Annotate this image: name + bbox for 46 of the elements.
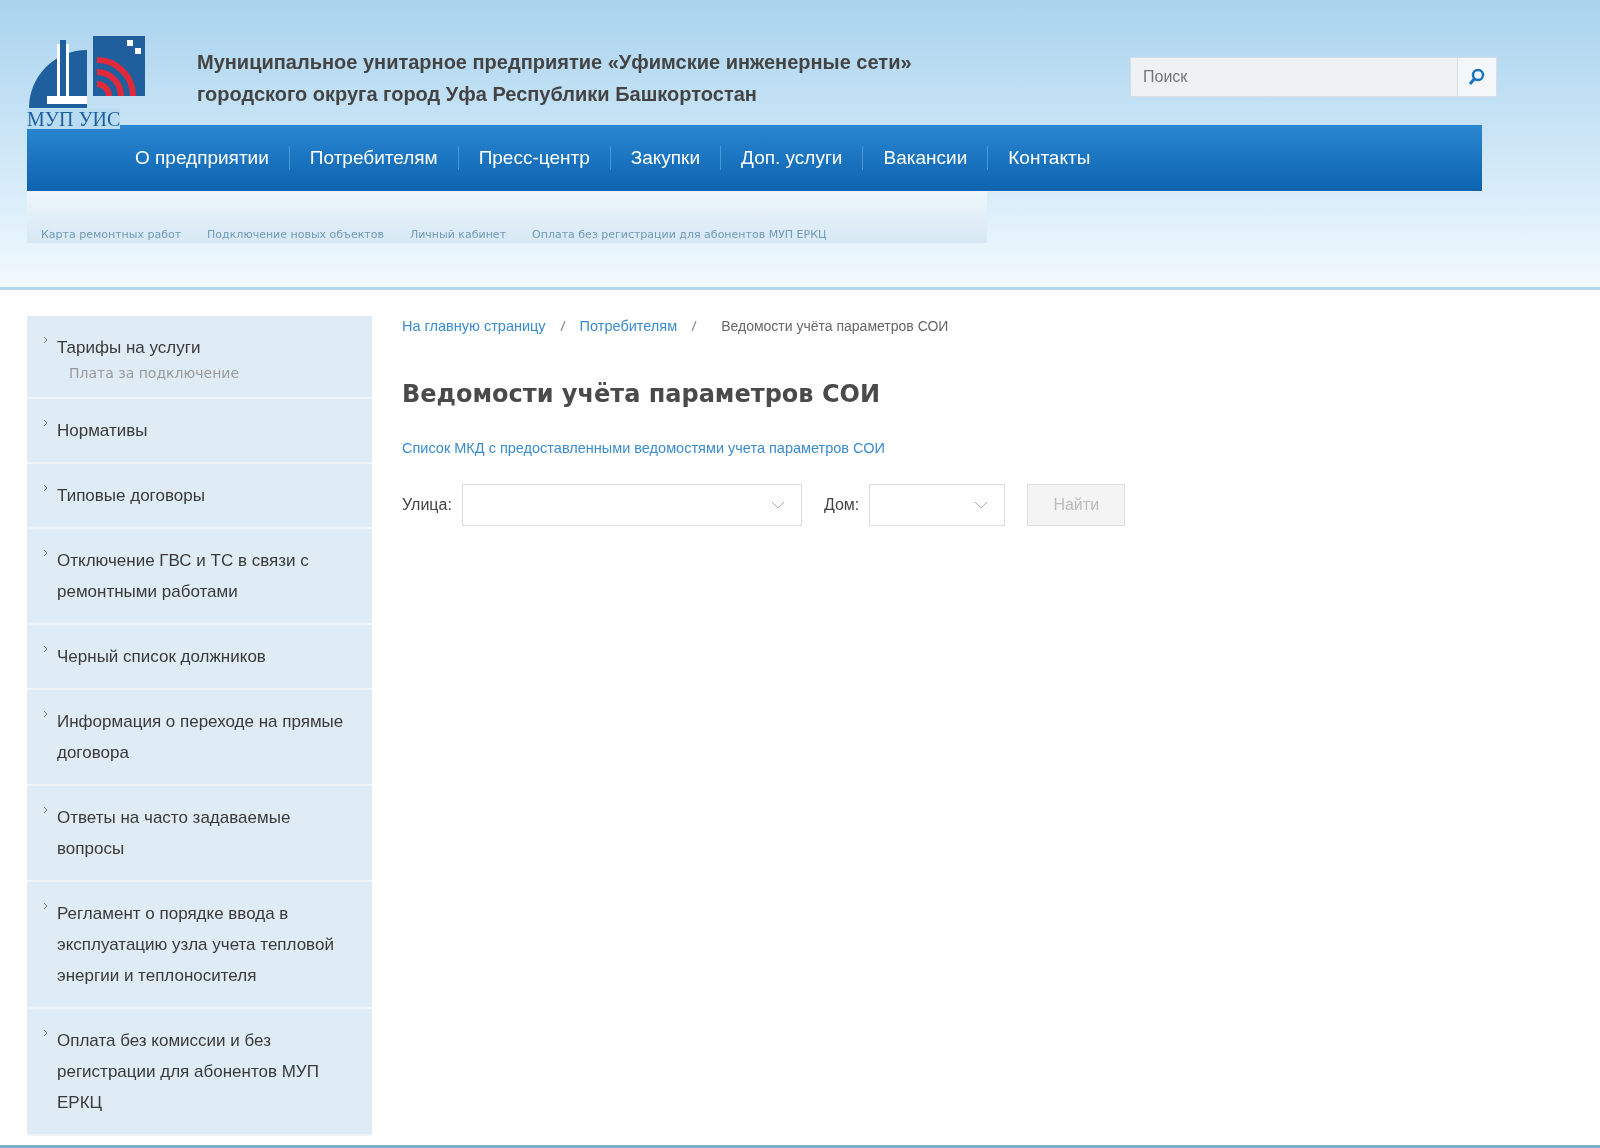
sidebar-item[interactable]: Отключение ГВС и ТС в связи с ремонтными работами: [43, 545, 356, 607]
chevron-right-icon: [43, 806, 48, 814]
search-button[interactable]: [1457, 57, 1497, 97]
nav-link[interactable]: Вакансии: [863, 141, 988, 175]
chevron-down-icon: [974, 501, 989, 509]
sidebar-item[interactable]: Черный список должников: [43, 641, 356, 672]
chevron-down-icon: [770, 501, 785, 509]
chevron-right-icon: [43, 902, 48, 910]
breadcrumb-current: Ведомости учёта параметров СОИ: [721, 318, 949, 334]
sidebar-item[interactable]: Информация о переходе на прямые договора: [43, 706, 356, 768]
nav-link[interactable]: Потребителям: [289, 141, 458, 175]
organization-name: городского округа город Уфа Республики Башкортостан: [197, 82, 758, 107]
slash-icon: [559, 320, 566, 332]
chevron-right-icon: [43, 419, 48, 427]
nav-link[interactable]: О предприятии: [115, 141, 289, 175]
list-link[interactable]: Список МКД с предоставленными ведомостями учета параметров СОИ: [402, 440, 1126, 456]
subnav-link[interactable]: Оплата без регистрации для абонентов МУП ЕРКЦ: [532, 228, 827, 241]
nav-link[interactable]: Доп. услуги: [721, 141, 863, 175]
sidebar-item[interactable]: Ответы на часто задаваемые вопросы: [43, 802, 356, 864]
organization-name: Муниципальное унитарное предприятие «Уфимские инженерные сети»: [197, 50, 913, 75]
chevron-right-icon: [43, 645, 48, 653]
street-label: Улица:: [402, 496, 452, 514]
chevron-right-icon: [43, 336, 48, 344]
chevron-right-icon: [43, 1029, 48, 1037]
chevron-right-icon: [43, 710, 48, 718]
sidebar-item[interactable]: Оплата без комиссии и без регистрации для абонентов МУП ЕРКЦ: [43, 1025, 356, 1118]
sidebar-item[interactable]: Типовые договоры: [43, 480, 356, 511]
subnav-link[interactable]: Личный кабинет: [409, 228, 507, 241]
nav-link[interactable]: Пресс-центр: [458, 141, 610, 175]
nav-link[interactable]: Закупки: [610, 141, 721, 175]
subnav-link[interactable]: Подключение новых объектов: [207, 228, 384, 241]
logo-text: МУП УИС: [27, 109, 121, 129]
house-label: Дом:: [823, 496, 860, 514]
subnav-link[interactable]: Карта ремонтных работ: [41, 228, 182, 241]
page-title: Ведомости учёта параметров СОИ: [402, 380, 881, 408]
chevron-right-icon: [43, 549, 48, 557]
sidebar-item[interactable]: Тарифы на услуги: [43, 332, 356, 363]
chevron-right-icon: [43, 484, 48, 492]
breadcrumb-link[interactable]: На главную страницу: [402, 318, 546, 334]
slash-icon: [691, 320, 698, 332]
sidebar-item[interactable]: Регламент о порядке ввода в эксплуатацию узла учета тепловой энергии и теплоносителя: [43, 898, 356, 991]
nav-link[interactable]: Контакты: [988, 141, 1111, 175]
search-field[interactable]: Поиск: [1130, 57, 1457, 97]
breadcrumb-link[interactable]: Потребителям: [579, 318, 678, 334]
search-icon: [1468, 68, 1486, 86]
sidebar-item[interactable]: Нормативы: [43, 415, 356, 446]
